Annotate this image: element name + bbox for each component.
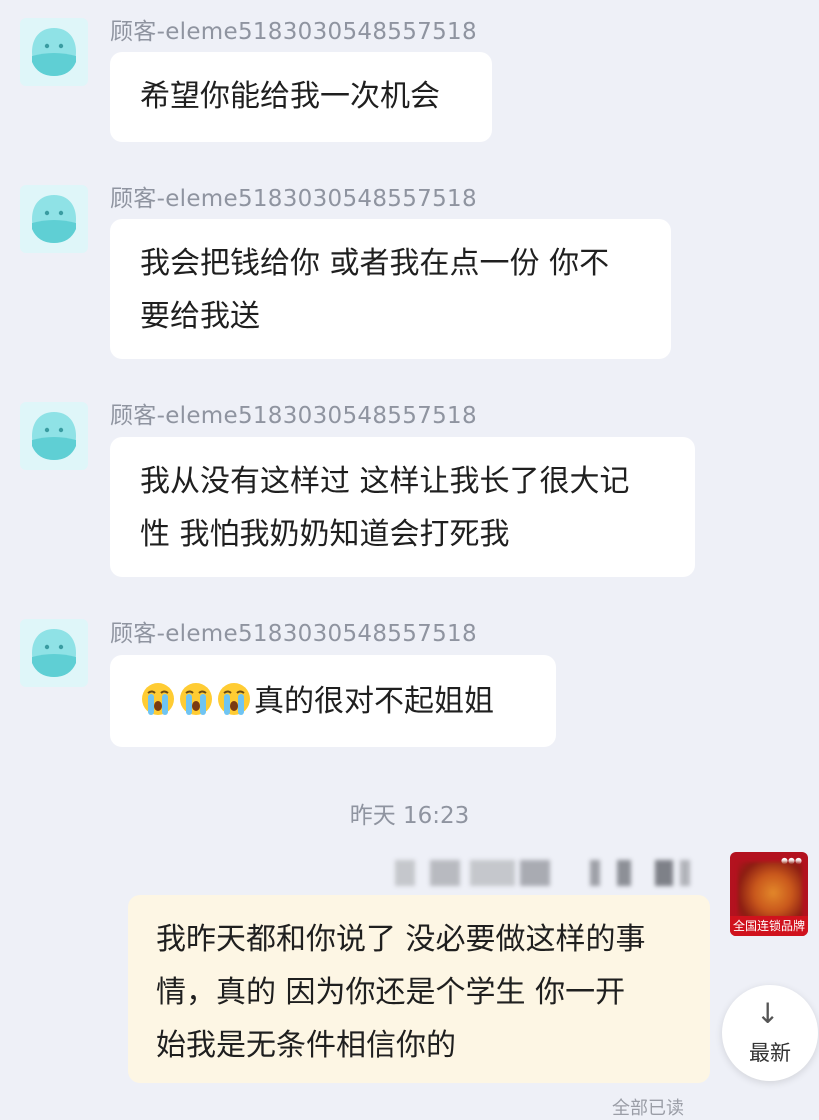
masked-face-icon	[32, 195, 76, 243]
message-text: 我从没有这样过 这样让我长了很大记	[140, 464, 630, 499]
crying-face-icon	[218, 683, 250, 715]
sender-name: 顾客-eleme5183030548557518	[110, 403, 477, 429]
timestamp: 昨天 16:23	[349, 803, 470, 829]
message-bubble[interactable]: 真的很对不起姐姐	[110, 655, 556, 747]
message-bubble[interactable]: 我会把钱给你 或者我在点一份 你不 要给我送	[110, 219, 671, 359]
masked-face-icon	[32, 412, 76, 460]
message-text: 我会把钱给你 或者我在点一份 你不	[140, 246, 610, 281]
blurred-store-name	[395, 852, 705, 892]
jump-to-latest-label: 最新	[749, 1041, 791, 1065]
message-text: 情，真的 因为你还是个学生 你一开	[156, 975, 626, 1010]
message-text: 希望你能给我一次机会	[140, 79, 440, 114]
customer-avatar[interactable]	[20, 185, 88, 253]
message-text: 真的很对不起姐姐	[254, 684, 494, 719]
message-text: 性 我怕我奶奶知道会打死我	[140, 517, 510, 552]
message-bubble[interactable]: 希望你能给我一次机会	[110, 52, 492, 142]
arrow-down-icon: ↓	[756, 997, 780, 1030]
customer-avatar[interactable]	[20, 18, 88, 86]
sender-name: 顾客-eleme5183030548557518	[110, 621, 477, 647]
message-text: 我昨天都和你说了 没必要做这样的事	[156, 922, 646, 957]
message-bubble[interactable]: 我从没有这样过 这样让我长了很大记 性 我怕我奶奶知道会打死我	[110, 437, 695, 577]
read-status: 全部已读	[612, 1098, 684, 1119]
masked-face-icon	[32, 28, 76, 76]
message-text: 始我是无条件相信你的	[156, 1028, 456, 1063]
crying-face-icon	[142, 683, 174, 715]
masked-face-icon	[32, 629, 76, 677]
customer-avatar[interactable]	[20, 402, 88, 470]
chain-brand-badge: 全国连锁品牌	[730, 916, 808, 936]
customer-avatar[interactable]	[20, 619, 88, 687]
store-avatar[interactable]: ●●● 全国连锁品牌	[730, 852, 808, 936]
crying-face-icon	[180, 683, 212, 715]
food-image	[738, 862, 802, 918]
sender-name: 顾客-eleme5183030548557518	[110, 186, 477, 212]
jump-to-latest-button[interactable]: ↓ 最新	[722, 985, 818, 1081]
reply-bubble[interactable]: 我昨天都和你说了 没必要做这样的事 情，真的 因为你还是个学生 你一开 始我是无…	[128, 895, 710, 1083]
message-text: 要给我送	[140, 299, 260, 334]
sender-name: 顾客-eleme5183030548557518	[110, 19, 477, 45]
